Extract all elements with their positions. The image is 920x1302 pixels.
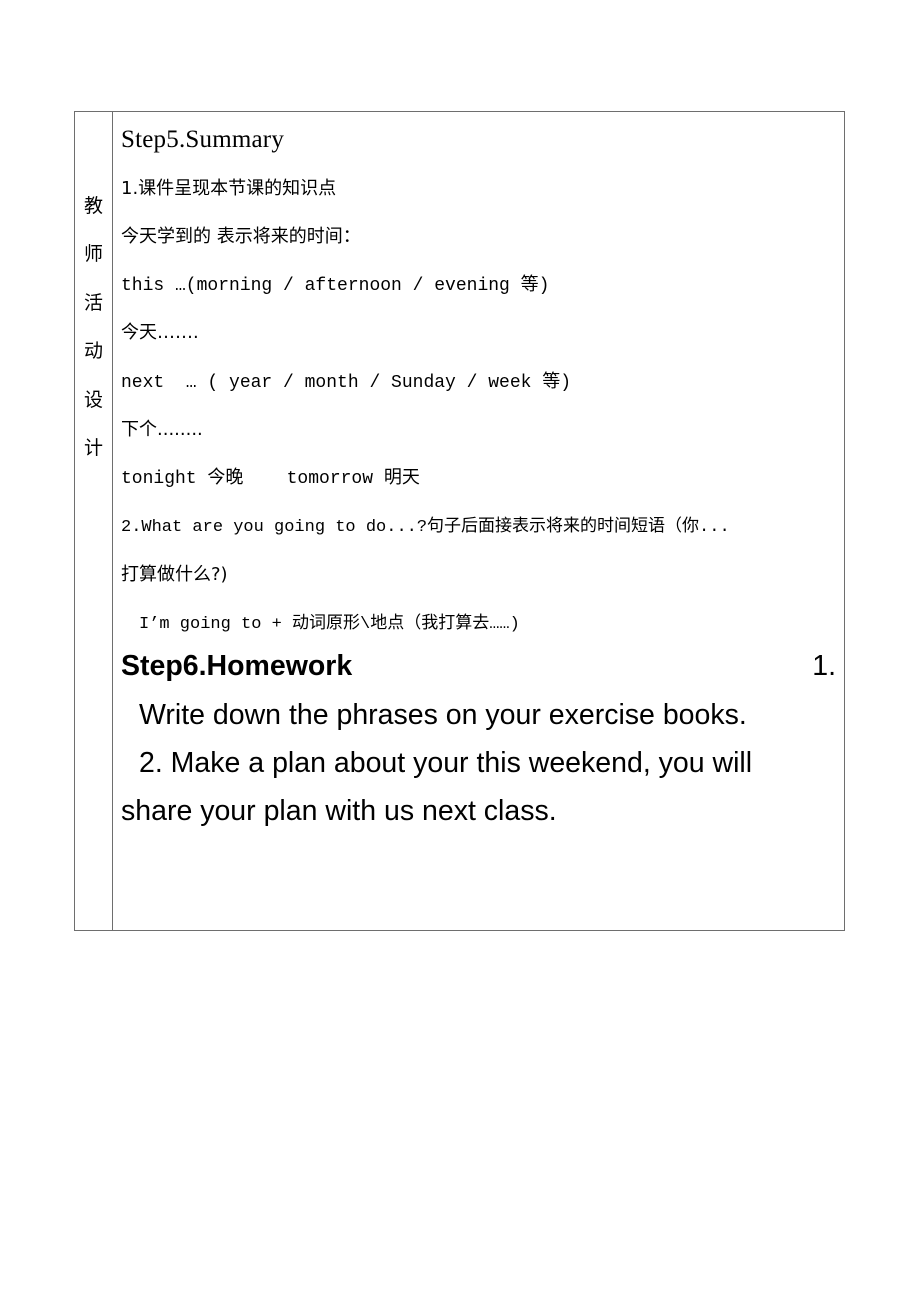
next-meaning: 下个........: [121, 419, 203, 440]
side-label-char: 设: [83, 388, 103, 411]
summary-point-2: 2.What are you going to do...?句子后面接表示将来的…: [121, 518, 730, 537]
homework-item-2: 2. Make a plan about your this weekend, …: [139, 747, 753, 779]
summary-intro: 今天学到的 表示将来的时间：: [121, 226, 361, 247]
homework-item-2-cont: share your plan with us next class.: [121, 795, 557, 827]
summary-title: Step5.Summary: [121, 126, 285, 153]
side-label-cell: 教 师 活 动 设 计: [75, 112, 113, 930]
this-meaning: 今天…….: [121, 322, 199, 343]
next-phrase-line: next … ( year / month / Sunday / week 等): [121, 373, 572, 393]
side-label-char: 动: [83, 340, 103, 363]
this-phrase-line: this …(morning / afternoon / evening 等): [121, 276, 550, 296]
side-label: 教 师 活 动 设 计: [75, 182, 112, 472]
side-label-char: 教: [83, 195, 103, 217]
homework-title: Step6.Homework: [121, 650, 353, 682]
going-to-pattern: I’m going to + 动词原形\地点（我打算去……): [139, 615, 520, 634]
homework-item-1: Write down the phrases on your exercise …: [139, 699, 747, 731]
homework-item-1-number: 1.: [812, 650, 836, 682]
side-label-char: 活: [83, 291, 103, 314]
content-cell: Step5.Summary 1.课件呈现本节课的知识点 今天学到的 表示将来的时…: [113, 112, 844, 930]
side-label-char: 计: [83, 436, 103, 459]
side-label-char: 师: [83, 243, 103, 266]
summary-point-1: 1.课件呈现本节课的知识点: [121, 178, 337, 199]
summary-point-2-cont: 打算做什么?): [121, 564, 228, 585]
tonight-tomorrow-line: tonight 今晚 tomorrow 明天: [121, 469, 420, 489]
lesson-plan-table: 教 师 活 动 设 计 Step5.Summary 1.课件呈现本节课的知识点 …: [74, 111, 845, 931]
